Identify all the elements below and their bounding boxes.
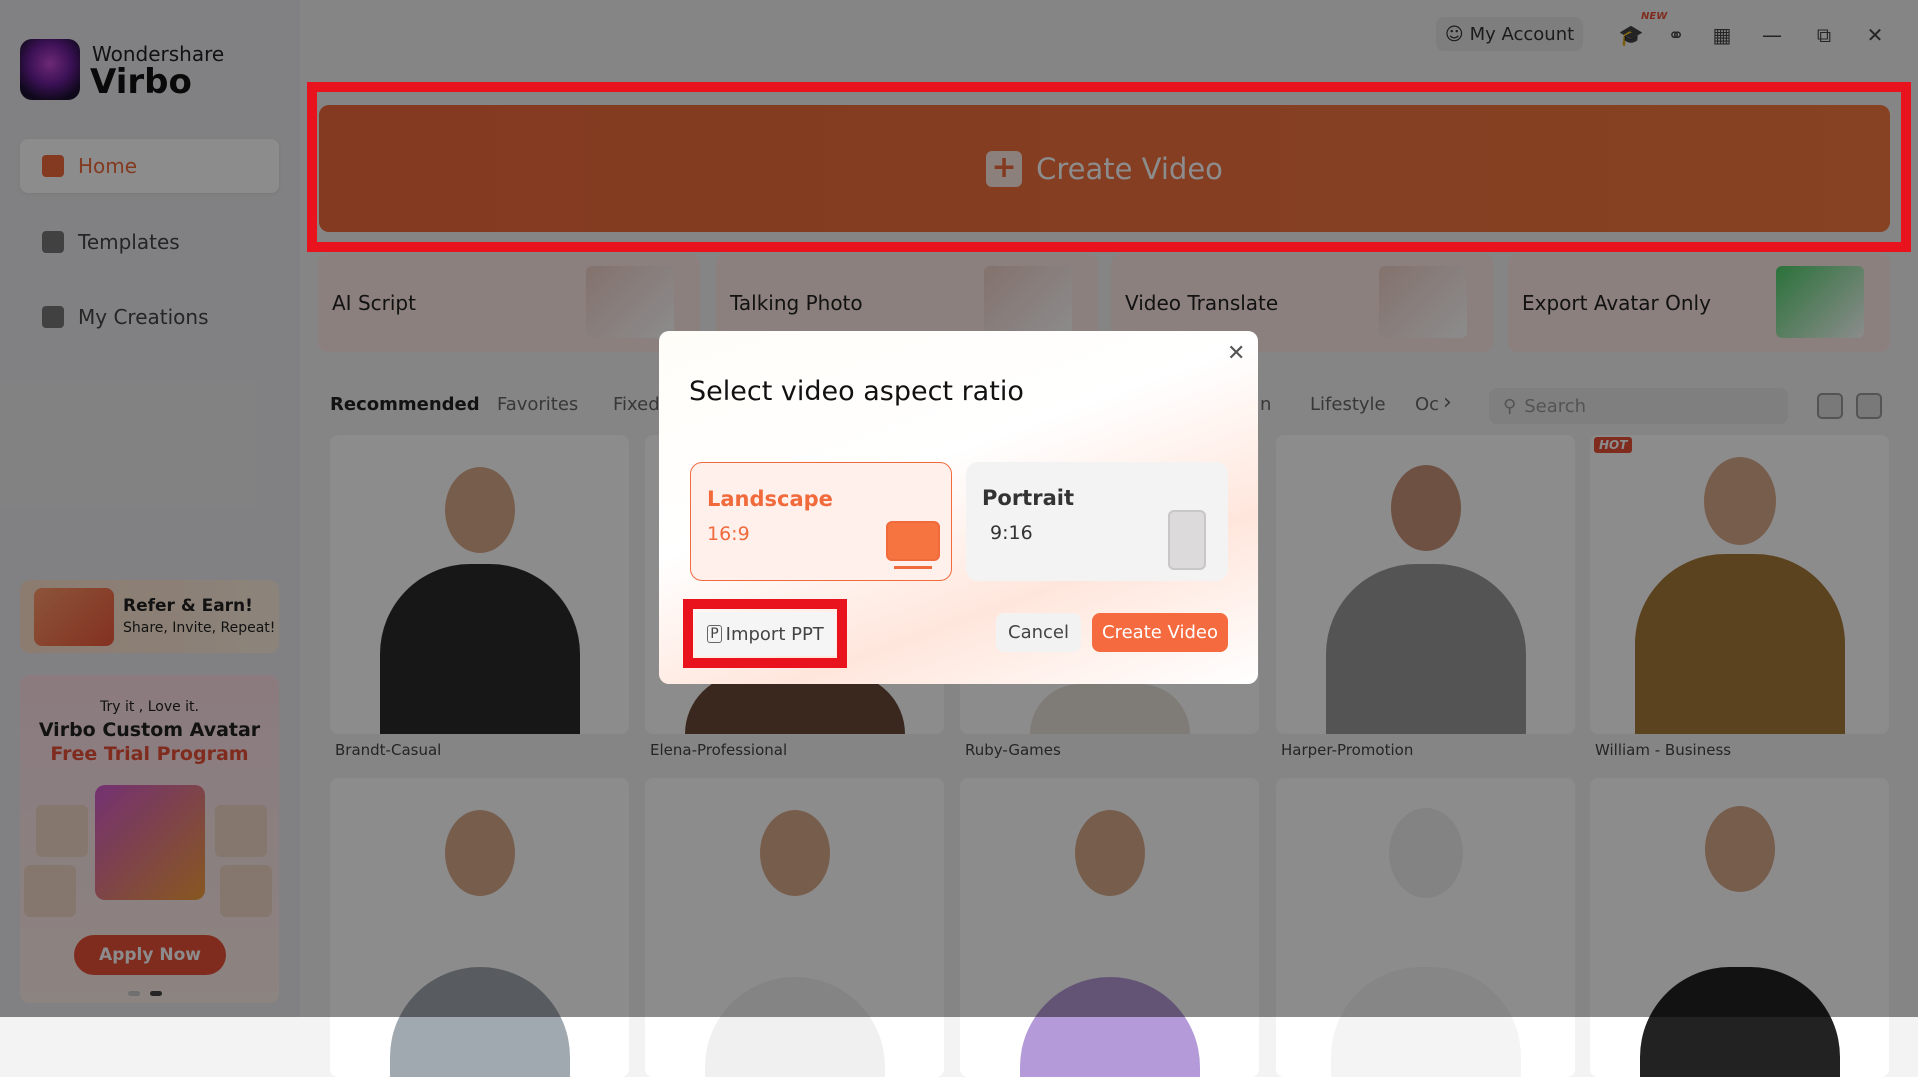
- monitor-icon: [886, 521, 940, 561]
- create-video-button[interactable]: Create Video: [1092, 613, 1228, 652]
- monitor-stand: [894, 566, 932, 569]
- aspect-ratio-dialog: ✕ Select video aspect ratio Landscape 16…: [659, 331, 1258, 684]
- close-icon[interactable]: ✕: [1227, 341, 1245, 366]
- option-landscape[interactable]: Landscape 16:9: [690, 462, 952, 581]
- option-portrait[interactable]: Portrait 9:16: [966, 462, 1228, 581]
- phone-icon: [1168, 510, 1206, 570]
- highlight-box-create-video: [307, 82, 1911, 252]
- cancel-button[interactable]: Cancel: [996, 613, 1081, 652]
- import-label: Import PPT: [725, 623, 824, 645]
- option-name: Portrait: [982, 486, 1074, 510]
- dialog-title: Select video aspect ratio: [689, 376, 1024, 407]
- option-name: Landscape: [707, 487, 833, 511]
- ppt-icon: P: [707, 625, 722, 643]
- import-ppt-button[interactable]: P Import PPT: [695, 612, 836, 656]
- option-ratio: 9:16: [990, 522, 1033, 544]
- option-ratio: 16:9: [707, 523, 750, 545]
